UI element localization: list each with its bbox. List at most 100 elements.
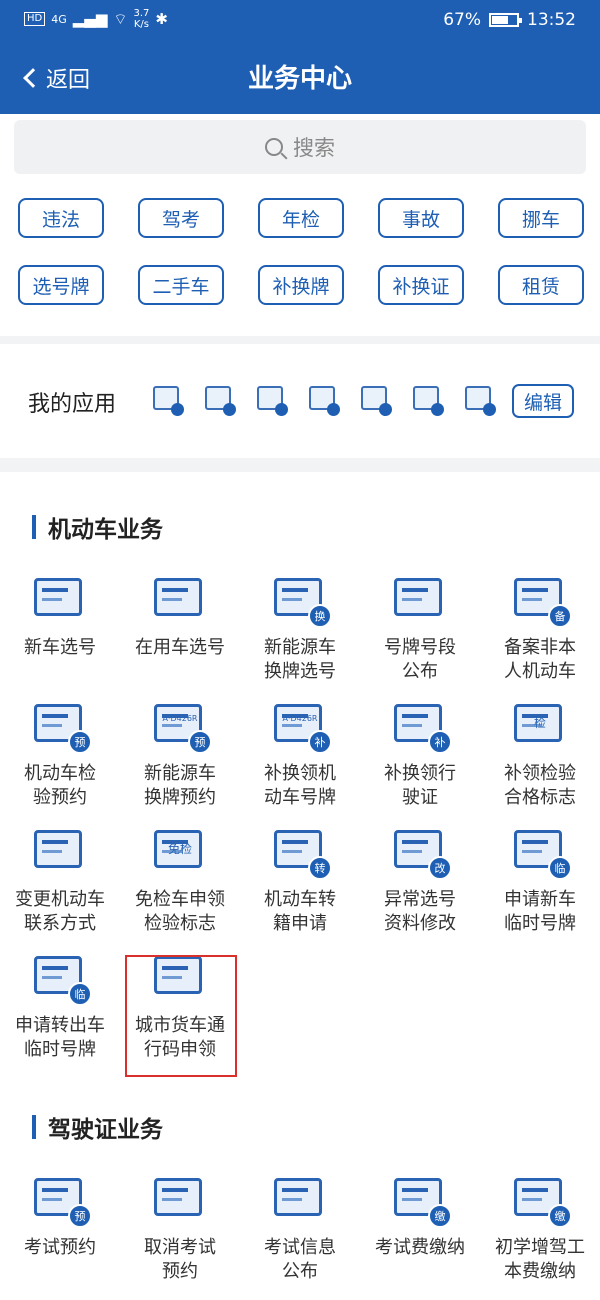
label-line-1: 异常选号 bbox=[384, 889, 456, 910]
card-line bbox=[282, 1198, 302, 1201]
card-line bbox=[402, 598, 422, 601]
vehicle-item-label: 补换领机 动车号牌 bbox=[240, 762, 360, 810]
license-icon[interactable] bbox=[462, 382, 496, 416]
vehicle-service-icon: 临 bbox=[508, 820, 572, 882]
badge-icon: 缴 bbox=[428, 1204, 452, 1228]
quick-tag-4[interactable]: 挪车 bbox=[498, 198, 584, 238]
label-line-2: 换牌选号 bbox=[264, 661, 336, 682]
quick-tag-5[interactable]: 选号牌 bbox=[18, 265, 104, 305]
battery-fill bbox=[492, 16, 508, 24]
vehicle-item-1[interactable]: 在用车选号 bbox=[120, 568, 240, 660]
quick-tag-8[interactable]: 补换证 bbox=[378, 265, 464, 305]
quick-tag-7[interactable]: 补换牌 bbox=[258, 265, 344, 305]
label-line-2: 公布 bbox=[402, 661, 438, 682]
card-line bbox=[162, 1198, 182, 1201]
icon-badge-dot bbox=[223, 403, 236, 416]
list-icon[interactable] bbox=[410, 382, 444, 416]
vehicle-item-label: 机动车转 籍申请 bbox=[240, 888, 360, 936]
vehicle-item-label: 新能源车 换牌预约 bbox=[120, 762, 240, 810]
vehicle-item-11[interactable]: 免检 免检车申领 检验标志 bbox=[120, 820, 240, 936]
label-line-1: 申请转出车 bbox=[15, 1015, 105, 1036]
license-item-3[interactable]: 缴考试费缴纳 bbox=[360, 1168, 480, 1260]
license-item-0[interactable]: 预考试预约 bbox=[0, 1168, 120, 1260]
badge-icon: 补 bbox=[428, 730, 452, 754]
vehicle-item-6[interactable]: 预 A·D426R 新能源车 换牌预约 bbox=[120, 694, 240, 810]
quick-tag-9[interactable]: 租赁 bbox=[498, 265, 584, 305]
license-item-1[interactable]: 取消考试 预约 bbox=[120, 1168, 240, 1284]
vehicle-item-10[interactable]: 变更机动车 联系方式 bbox=[0, 820, 120, 936]
scroll-icon[interactable] bbox=[202, 382, 236, 416]
vehicle-item-label: 变更机动车 联系方式 bbox=[0, 888, 120, 936]
card-line bbox=[402, 840, 428, 844]
icon-badge-dot bbox=[431, 403, 444, 416]
vehicle-item-14[interactable]: 临申请新车 临时号牌 bbox=[480, 820, 600, 936]
vehicle-item-5[interactable]: 预机动车检 验预约 bbox=[0, 694, 120, 810]
search-input[interactable]: 搜索 bbox=[14, 120, 586, 174]
label-line-2: 联系方式 bbox=[24, 913, 96, 934]
vehicle-item-label: 新车选号 bbox=[0, 636, 120, 660]
vehicle-card-icon[interactable] bbox=[358, 382, 392, 416]
quick-tag-3[interactable]: 事故 bbox=[378, 198, 464, 238]
vehicle-section-title: 机动车业务 bbox=[32, 510, 163, 544]
card-line bbox=[282, 598, 302, 601]
chat-icon[interactable] bbox=[306, 382, 340, 416]
license-service-icon: 预 bbox=[28, 1168, 92, 1230]
vehicle-item-0[interactable]: 新车选号 bbox=[0, 568, 120, 660]
card-line bbox=[282, 840, 308, 844]
vehicle-item-2[interactable]: 换新能源车 换牌选号 bbox=[240, 568, 360, 684]
icon-badge-dot bbox=[379, 403, 392, 416]
label-line-1: 考试费缴纳 bbox=[375, 1237, 465, 1258]
label-line-1: 机动车转 bbox=[264, 889, 336, 910]
vehicle-item-13[interactable]: 改异常选号 资料修改 bbox=[360, 820, 480, 936]
quick-tag-6[interactable]: 二手车 bbox=[138, 265, 224, 305]
card-line bbox=[162, 588, 188, 592]
card-shape bbox=[274, 1178, 322, 1216]
edit-button[interactable]: 编辑 bbox=[512, 384, 574, 418]
card-line bbox=[402, 724, 422, 727]
car-icon[interactable] bbox=[150, 382, 184, 416]
vehicle-item-8[interactable]: 补补换领行 驶证 bbox=[360, 694, 480, 810]
page-title: 业务中心 bbox=[247, 64, 352, 94]
quick-tag-2[interactable]: 年检 bbox=[258, 198, 344, 238]
vehicle-item-15[interactable]: 临申请转出车 临时号牌 bbox=[0, 946, 120, 1062]
badge-icon: 换 bbox=[308, 604, 332, 628]
my-apps-icons bbox=[150, 382, 496, 416]
license-item-4[interactable]: 缴初学增驾工 本费缴纳 bbox=[480, 1168, 600, 1284]
card-line bbox=[42, 724, 62, 727]
quick-tag-0[interactable]: 违法 bbox=[18, 198, 104, 238]
card-line bbox=[402, 588, 428, 592]
card-shape bbox=[154, 578, 202, 616]
label-line-1: 在用车选号 bbox=[135, 637, 225, 658]
vehicle-section-title-text: 机动车业务 bbox=[48, 517, 163, 543]
vehicle-item-label: 备案非本 人机动车 bbox=[480, 636, 600, 684]
vehicle-item-label: 申请转出车 临时号牌 bbox=[0, 1014, 120, 1062]
vehicle-item-12[interactable]: 转机动车转 籍申请 bbox=[240, 820, 360, 936]
card-line bbox=[42, 976, 62, 979]
nav-bar: 返回 业务中心 bbox=[0, 44, 600, 114]
icon-badge-dot bbox=[275, 403, 288, 416]
search-panel: 搜索 违法 驾考 年检 事故 挪车选号牌 二手车 补换牌 补换证 租赁 bbox=[0, 114, 600, 336]
label-line-2: 驶证 bbox=[402, 787, 438, 808]
card-line bbox=[402, 1188, 428, 1192]
card-line bbox=[162, 724, 182, 727]
clock: 13:52 bbox=[527, 10, 576, 30]
vehicle-item-7[interactable]: 补 A·D426R 补换领机 动车号牌 bbox=[240, 694, 360, 810]
license-item-2[interactable]: 考试信息 公布 bbox=[240, 1168, 360, 1284]
speed-indicator: 3.7 K/s bbox=[133, 8, 149, 30]
card-line bbox=[402, 714, 428, 718]
license-section-title: 驾驶证业务 bbox=[32, 1110, 163, 1144]
network-label: 4G bbox=[51, 12, 67, 26]
vehicle-service-icon: 备 bbox=[508, 568, 572, 630]
label-line-2: 临时号牌 bbox=[504, 913, 576, 934]
vehicle-item-label: 新能源车 换牌选号 bbox=[240, 636, 360, 684]
vehicle-item-3[interactable]: 号牌号段 公布 bbox=[360, 568, 480, 684]
vehicle-service-icon: 换 bbox=[268, 568, 332, 630]
quick-tag-1[interactable]: 驾考 bbox=[138, 198, 224, 238]
card-line bbox=[42, 714, 68, 718]
vehicle-item-4[interactable]: 备备案非本 人机动车 bbox=[480, 568, 600, 684]
vehicle-service-icon: 预 A·D426R bbox=[148, 694, 212, 756]
id-card-icon[interactable] bbox=[254, 382, 288, 416]
vehicle-item-9[interactable]: 检补领检验 合格标志 bbox=[480, 694, 600, 810]
card-shape bbox=[394, 578, 442, 616]
quick-tag-grid: 违法 驾考 年检 事故 挪车选号牌 二手车 补换牌 补换证 租赁 bbox=[18, 198, 584, 305]
